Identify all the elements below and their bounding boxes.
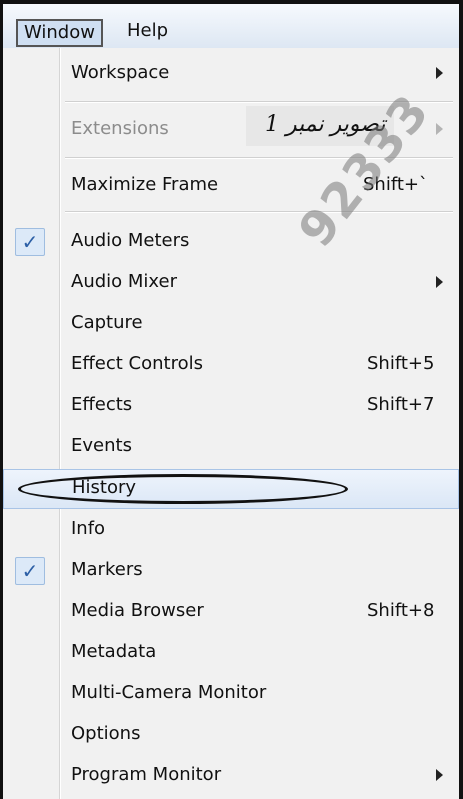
menu-item-label: History: [72, 477, 137, 498]
submenu-arrow-icon: [436, 67, 443, 79]
menu-item-shortcut: Shift+5: [367, 353, 435, 374]
menu-item-audio-mixer[interactable]: Audio Mixer: [3, 263, 459, 303]
menu-item-effects[interactable]: Effects Shift+7: [3, 386, 459, 426]
menu-bar: Window Help: [3, 4, 459, 49]
menu-item-label: Info: [71, 518, 106, 539]
menu-item-label: Markers: [71, 559, 143, 580]
submenu-arrow-icon: [436, 123, 443, 135]
check-icon: ✓: [15, 557, 45, 585]
menu-item-workspace[interactable]: Workspace: [3, 54, 459, 94]
menu-item-metadata[interactable]: Metadata: [3, 633, 459, 673]
menu-item-label: Events: [71, 435, 132, 456]
menu-item-label: Options: [71, 723, 141, 744]
menu-item-multi-camera-monitor[interactable]: Multi-Camera Monitor: [3, 674, 459, 714]
menu-item-label: Metadata: [71, 641, 157, 662]
menu-item-label: Effect Controls: [71, 353, 203, 374]
menu-separator: [65, 211, 453, 213]
menu-item-label: Workspace: [71, 62, 170, 83]
menu-item-label: Multi-Camera Monitor: [71, 682, 267, 703]
menu-item-label: Audio Mixer: [71, 271, 177, 292]
menu-item-media-browser[interactable]: Media Browser Shift+8: [3, 592, 459, 632]
menu-item-effect-controls[interactable]: Effect Controls Shift+5: [3, 345, 459, 385]
menu-item-label: Program Monitor: [71, 764, 222, 785]
menu-item-shortcut: Shift+7: [367, 394, 435, 415]
menu-item-label: Audio Meters: [71, 230, 190, 251]
submenu-arrow-icon: [436, 276, 443, 288]
menu-help[interactable]: Help: [121, 18, 174, 44]
menu-item-options[interactable]: Options: [3, 715, 459, 755]
screenshot-frame: Window Help Workspace Extensions تصویر ن…: [0, 0, 463, 799]
menu-item-history[interactable]: History: [3, 469, 459, 509]
menu-item-label: Capture: [71, 312, 143, 333]
window-dropdown-menu: Workspace Extensions تصویر نمبر 1 Maximi…: [3, 48, 459, 799]
menu-item-capture[interactable]: Capture: [3, 304, 459, 344]
menu-item-label: Effects: [71, 394, 133, 415]
menu-item-label: Media Browser: [71, 600, 204, 621]
menu-item-label: Maximize Frame: [71, 174, 219, 195]
menu-item-audio-meters[interactable]: ✓ Audio Meters: [3, 222, 459, 262]
menu-item-program-monitor[interactable]: Program Monitor: [3, 756, 459, 796]
circled-annotation: [18, 474, 348, 504]
menu-window[interactable]: Window: [16, 19, 103, 47]
check-icon: ✓: [15, 228, 45, 256]
menu-item-shortcut: Shift+8: [367, 600, 435, 621]
menu-item-info[interactable]: Info: [3, 510, 459, 550]
frame-border-right: [459, 0, 463, 799]
menu-item-events[interactable]: Events: [3, 427, 459, 467]
submenu-arrow-icon: [436, 769, 443, 781]
menu-item-label: Extensions: [71, 118, 169, 139]
menu-item-markers[interactable]: ✓ Markers: [3, 551, 459, 591]
